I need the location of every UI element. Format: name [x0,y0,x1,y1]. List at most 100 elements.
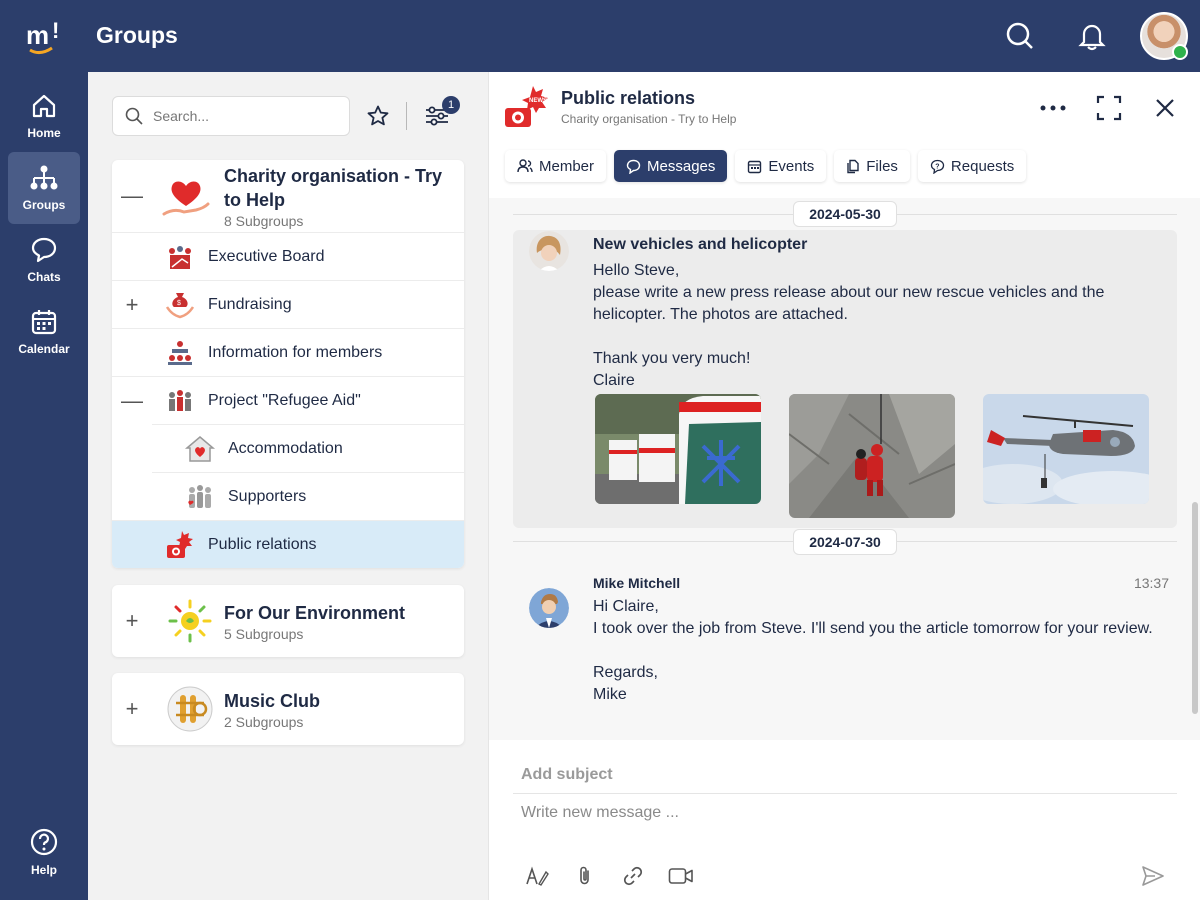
date-pill: 2024-05-30 [793,201,897,227]
favorites-star-icon[interactable] [364,102,392,130]
subgroup-label: Supporters [228,487,307,505]
app-logo-icon[interactable]: m ! [22,14,66,58]
nav-groups[interactable]: Groups [8,152,80,224]
tab-files[interactable]: Files [834,150,910,182]
tab-requests[interactable]: ? Requests [917,150,1027,182]
supporters-crowd-icon [188,484,211,508]
groups-hierarchy-icon [30,165,58,190]
attachment-helicopter-image[interactable] [983,394,1149,504]
svg-text:?: ? [935,163,939,170]
thread-scrollbar[interactable] [1192,502,1198,714]
group-card-charity: — Charity organisation - Try to Help 8 S… [112,160,464,568]
paperclip-icon[interactable] [571,862,599,890]
nav-help[interactable]: Help [8,816,80,888]
send-icon[interactable] [1139,862,1167,890]
nav-home[interactable]: Home [8,80,80,152]
search-input[interactable] [153,108,333,124]
search-icon[interactable] [1002,18,1038,54]
message-body: Hello Steve, please write a new press re… [593,262,1105,389]
group-title: Music Club [224,691,321,711]
member-people-icon [517,159,533,173]
group-subgroups-count: 2 Subgroups [224,714,304,730]
search-icon [125,107,143,125]
expand-plus-icon[interactable]: + [122,292,142,317]
message-bubble-icon [626,159,641,174]
fullscreen-icon[interactable] [1091,90,1127,126]
group-subgroups-count: 8 Subgroups [224,213,304,229]
filter-count-badge: 1 [442,96,460,114]
sender-avatar[interactable] [529,231,569,271]
subgroup-row[interactable]: + $ Fundraising [112,280,464,328]
attachment-ambulances-image[interactable] [595,394,761,504]
group-title[interactable]: Charity organisation - Try to Help [224,164,460,212]
groups-panel: 1 — Charity organisation - Try to Help 8… [88,72,488,900]
message-subject: New vehicles and helicopter [593,236,808,253]
tab-member[interactable]: Member [505,150,607,182]
sender-avatar[interactable] [529,588,569,628]
subgroup-row[interactable]: Executive Board [112,232,464,280]
expand-plus-icon[interactable]: + [122,696,142,721]
nav-groups-label: Groups [22,198,66,212]
message-input[interactable] [513,794,1177,850]
subject-input[interactable] [513,756,1177,794]
more-options-icon[interactable] [1035,90,1071,126]
video-camera-icon[interactable] [667,862,695,890]
online-status-icon [1172,44,1188,60]
top-bar: m ! Groups [0,0,1200,72]
tab-events[interactable]: Events [735,150,827,182]
requests-question-icon: ? [930,159,945,174]
executive-board-icon [169,245,191,269]
collapse-minus-icon[interactable]: — [121,388,143,413]
close-icon[interactable] [1147,90,1183,126]
group-detail-panel: NEWS Public relations Charity organisati… [488,72,1200,900]
nav-help-label: Help [30,863,57,877]
help-icon [30,828,58,856]
nav-chats[interactable]: Chats [8,224,80,296]
message-time: 13:37 [1133,575,1169,591]
left-navigation: Home Groups Chats Calendar Help [0,72,88,900]
calendar-icon [31,310,57,335]
search-box[interactable] [112,96,350,136]
notification-bell-icon[interactable] [1074,18,1110,54]
svg-text:m: m [26,20,49,50]
public-relations-camera-icon: NEWS [505,86,548,127]
tab-label: Files [866,157,898,175]
subgroup-row[interactable]: Information for members [112,328,464,376]
message-thread[interactable]: 2024-05-30 New vehicles and helicopter H… [489,198,1200,740]
subgroup-row-selected[interactable]: Public relations [112,520,464,568]
message-body: Hi Claire, I took over the job from Stev… [593,598,1153,703]
expand-plus-icon[interactable]: + [122,608,142,633]
fundraising-icon: $ [165,292,195,318]
information-members-icon [168,340,192,365]
subgroup-label: Fundraising [208,295,292,313]
group-card-environment[interactable]: + For Our Environment 5 Subgroups [112,585,464,657]
app-title: Groups [96,22,178,48]
public-relations-camera-icon [167,530,193,558]
group-card-music[interactable]: + Music Club 2 Subgroups [112,673,464,745]
events-calendar-icon [748,160,762,173]
tab-label: Events [768,157,815,175]
tab-label: Messages [647,157,716,175]
subgroup-label: Public relations [208,535,317,553]
subgroup-label: Project "Refugee Aid" [208,391,361,409]
nav-calendar-label: Calendar [18,342,70,356]
collapse-minus-icon[interactable]: — [121,183,143,208]
chat-bubble-icon [31,237,57,263]
subgroup-row[interactable]: Supporters [152,472,464,520]
subgroup-label: Information for members [208,343,383,361]
subgroup-row[interactable]: Accommodation [152,424,464,472]
message-author: Mike Mitchell [593,575,681,591]
nav-chats-label: Chats [27,270,61,284]
link-icon[interactable] [619,862,647,890]
group-title: For Our Environment [224,603,406,623]
text-format-icon[interactable] [523,862,551,890]
date-pill: 2024-07-30 [793,529,897,555]
detail-subtitle: Charity organisation - Try to Help [561,112,737,126]
attachment-mountain-rescue-image[interactable] [789,394,955,518]
tab-messages[interactable]: Messages [614,150,728,182]
subgroup-row[interactable]: — Project "Refugee Aid" [112,376,464,424]
subgroup-label: Executive Board [208,247,325,265]
svg-text:$: $ [177,300,181,307]
nav-calendar[interactable]: Calendar [8,296,80,368]
home-icon [32,94,56,118]
